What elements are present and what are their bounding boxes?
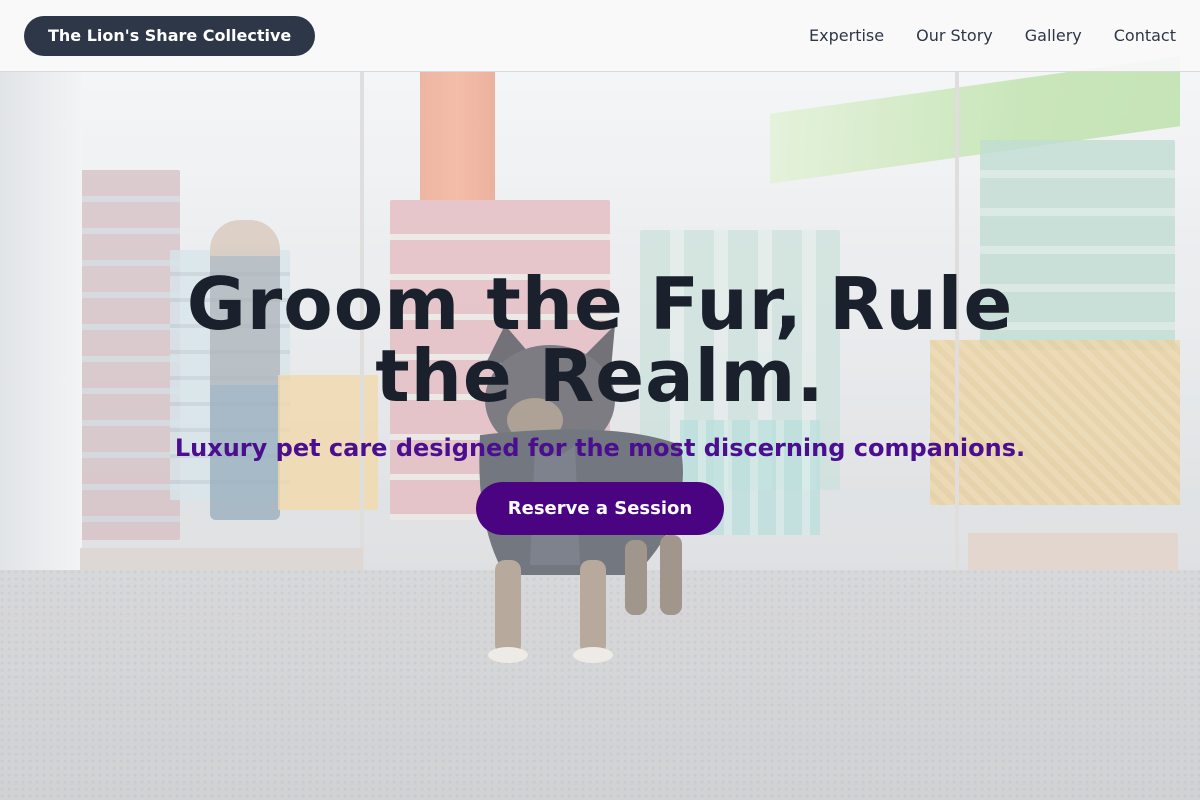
- reserve-session-button[interactable]: Reserve a Session: [475, 482, 725, 535]
- main-nav: Expertise Our Story Gallery Contact: [809, 26, 1176, 45]
- brand-logo-button[interactable]: The Lion's Share Collective: [24, 15, 316, 56]
- hero-section: Groom the Fur, Rule the Realm. Luxury pe…: [0, 268, 1200, 535]
- nav-link-expertise[interactable]: Expertise: [809, 26, 884, 45]
- top-navbar: The Lion's Share Collective Expertise Ou…: [0, 0, 1200, 72]
- nav-link-gallery[interactable]: Gallery: [1025, 26, 1082, 45]
- hero-headline: Groom the Fur, Rule the Realm.: [186, 262, 1014, 418]
- nav-link-our-story[interactable]: Our Story: [916, 26, 993, 45]
- nav-link-contact[interactable]: Contact: [1114, 26, 1176, 45]
- hero-subheadline: Luxury pet care designed for the most di…: [174, 434, 1026, 462]
